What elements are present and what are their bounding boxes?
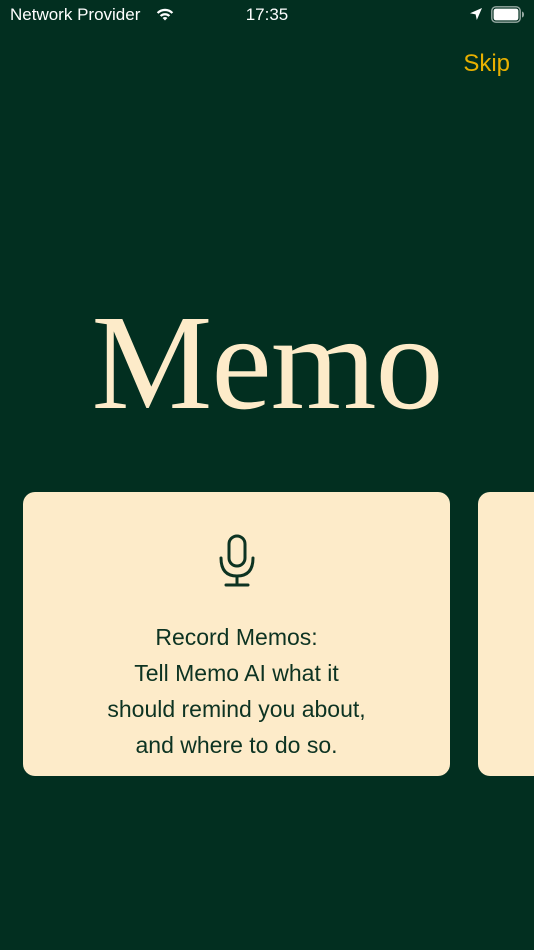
onboarding-card-next[interactable] (478, 492, 534, 776)
status-time: 17:35 (245, 5, 289, 24)
card-description: Record Memos: Tell Memo AI what it shoul… (23, 619, 450, 763)
skip-button[interactable]: Skip (463, 50, 510, 78)
app-logo-title: Memo (91, 288, 443, 438)
card-text-line: should remind you about, (107, 696, 366, 722)
microphone-icon (219, 534, 255, 587)
card-text-line: Tell Memo AI what it (134, 660, 339, 686)
card-title-line: Record Memos: (155, 624, 318, 650)
battery-icon (491, 6, 524, 23)
card-text-line: and where to do so. (135, 732, 338, 758)
status-bar: Network Provider 17:35 (0, 0, 534, 30)
onboarding-card-record-memos[interactable]: Record Memos: Tell Memo AI what it shoul… (23, 492, 450, 776)
location-arrow-icon (470, 8, 482, 20)
